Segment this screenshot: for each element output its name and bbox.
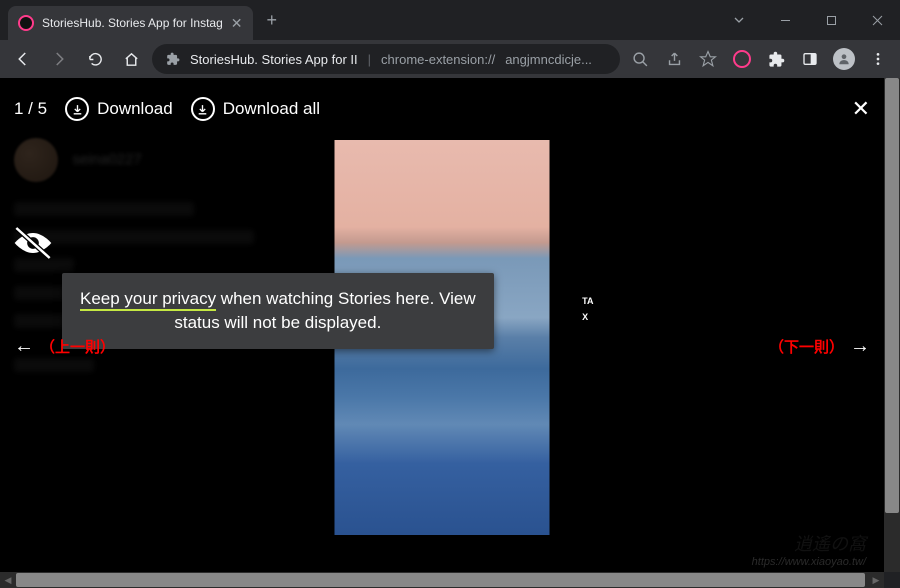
story-viewer: seina0227 1 / 5 Download Download all ✕ … (0, 78, 884, 572)
story-counter: 1 / 5 (14, 99, 47, 119)
prev-label: （上一則） (40, 336, 115, 357)
download-all-label: Download all (223, 99, 320, 119)
close-window-button[interactable] (854, 0, 900, 40)
scroll-right-icon[interactable]: ▶ (868, 572, 884, 588)
minimize-button[interactable] (762, 0, 808, 40)
browser-toolbar: StoriesHub. Stories App for II | chrome-… (0, 40, 900, 78)
url-title: StoriesHub. Stories App for II (190, 52, 358, 67)
story-badges: TA X (578, 295, 597, 323)
arrow-right-icon: → (850, 335, 870, 358)
next-story-button[interactable]: （下一則） → (769, 335, 870, 358)
scrollbar-thumb[interactable] (16, 573, 865, 587)
badge: TA (578, 295, 597, 307)
dropdown-icon[interactable] (716, 0, 762, 40)
username: seina0227 (72, 151, 141, 168)
url-separator: | (368, 52, 371, 67)
eye-off-icon (8, 223, 58, 263)
download-all-icon (191, 97, 215, 121)
window-titlebar: StoriesHub. Stories App for Instag ✕ + (0, 0, 900, 40)
watermark-url: https://www.xiaoyao.tw/ (752, 556, 866, 568)
tab-close-icon[interactable]: ✕ (231, 15, 243, 32)
address-bar[interactable]: StoriesHub. Stories App for II | chrome-… (152, 44, 620, 74)
extensions-icon[interactable] (762, 45, 790, 73)
window-controls (716, 0, 900, 40)
forward-button[interactable] (44, 44, 74, 74)
tooltip-text-1: when watching Stories here. View (216, 289, 476, 308)
scroll-left-icon[interactable]: ◀ (0, 572, 16, 588)
bookmark-icon[interactable] (694, 45, 722, 73)
tooltip-text-2: status will not be displayed. (174, 313, 381, 332)
favicon-icon (18, 15, 34, 31)
zoom-icon[interactable] (626, 45, 654, 73)
scrollbar-thumb[interactable] (885, 78, 899, 513)
watermark: 逍遙の窩 https://www.xiaoyao.tw/ (752, 530, 866, 568)
horizontal-scrollbar[interactable]: ◀ ▶ (0, 572, 884, 588)
badge: X (578, 311, 597, 323)
menu-icon[interactable] (864, 45, 892, 73)
url-path: angjmncdicje... (505, 52, 592, 67)
user-avatar (14, 138, 58, 182)
back-button[interactable] (8, 44, 38, 74)
home-button[interactable] (116, 44, 146, 74)
tooltip-highlight: Keep your privacy (80, 289, 216, 311)
viewer-topbar: 1 / 5 Download Download all ✕ (14, 96, 870, 122)
next-label: （下一則） (769, 336, 844, 357)
download-icon (65, 97, 89, 121)
reload-button[interactable] (80, 44, 110, 74)
url-protocol: chrome-extension:// (381, 52, 495, 67)
maximize-button[interactable] (808, 0, 854, 40)
sidepanel-icon[interactable] (796, 45, 824, 73)
extension-icon (166, 52, 180, 66)
opera-icon[interactable] (728, 45, 756, 73)
close-viewer-button[interactable]: ✕ (852, 96, 870, 122)
privacy-tooltip: Keep your privacy when watching Stories … (62, 273, 494, 349)
browser-tab[interactable]: StoriesHub. Stories App for Instag ✕ (8, 6, 253, 40)
arrow-left-icon: ← (14, 335, 34, 358)
prev-story-button[interactable]: ← （上一則） (14, 335, 115, 358)
scrollbar-corner (884, 572, 900, 588)
share-icon[interactable] (660, 45, 688, 73)
download-all-button[interactable]: Download all (191, 97, 320, 121)
watermark-logo: 逍遙の窩 (752, 530, 866, 556)
download-button[interactable]: Download (65, 97, 173, 121)
new-tab-button[interactable]: + (267, 10, 278, 31)
privacy-notice: Keep your privacy when watching Stories … (8, 221, 494, 349)
profile-avatar[interactable] (830, 45, 858, 73)
download-label: Download (97, 99, 173, 119)
vertical-scrollbar[interactable] (884, 78, 900, 572)
tab-title: StoriesHub. Stories App for Instag (42, 16, 223, 30)
